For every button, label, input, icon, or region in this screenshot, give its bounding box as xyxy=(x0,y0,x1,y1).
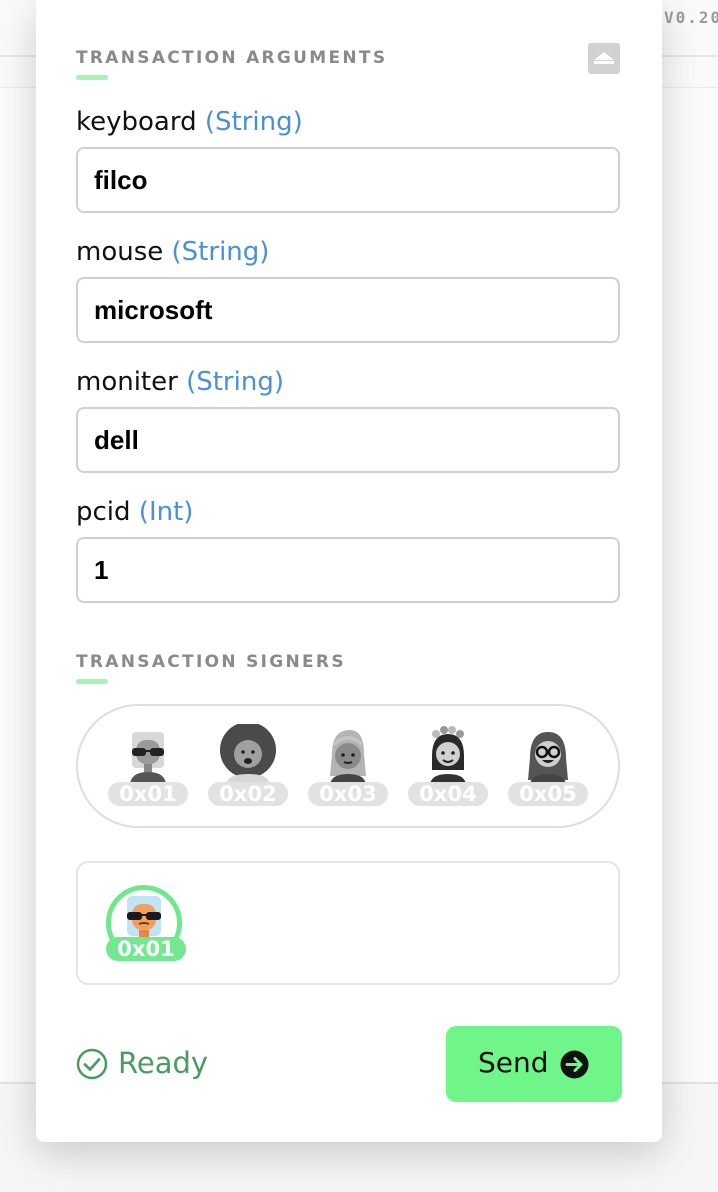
selected-signer-address-badge: 0x01 xyxy=(106,937,186,961)
signer-address-badge: 0x05 xyxy=(508,782,588,806)
selected-signers-box: 0x01 xyxy=(76,861,620,985)
arg-type: (String) xyxy=(204,107,303,137)
arg-label-moniter: moniter (String) xyxy=(76,367,284,397)
selected-signer-0x01[interactable]: 0x01 xyxy=(104,883,188,969)
section-title-underline xyxy=(76,679,108,684)
keyboard-input[interactable] xyxy=(76,147,620,213)
send-button[interactable]: Send xyxy=(446,1026,622,1102)
transaction-panel: TRANSACTION ARGUMENTS keyboard (String) … xyxy=(36,0,662,1142)
signer-0x04[interactable]: 0x04 xyxy=(406,724,490,810)
check-circle-icon xyxy=(76,1048,108,1080)
version-label: V0.20 xyxy=(664,8,718,27)
arguments-section-title: TRANSACTION ARGUMENTS xyxy=(76,48,388,68)
signers-list: 0x01 0x02 0x03 0x04 0x05 xyxy=(76,704,620,828)
arg-type: (String) xyxy=(186,367,284,397)
arg-name: moniter xyxy=(76,367,178,397)
arg-name: pcid xyxy=(76,497,131,527)
avatar-icon xyxy=(430,726,466,786)
arrow-right-circle-icon xyxy=(560,1050,589,1079)
section-title-underline xyxy=(76,75,108,80)
arg-label-mouse: mouse (String) xyxy=(76,237,269,267)
avatar-icon xyxy=(220,724,276,786)
signer-address-badge: 0x02 xyxy=(208,782,288,806)
signer-address-badge: 0x03 xyxy=(308,782,388,806)
arg-label-keyboard: keyboard (String) xyxy=(76,107,303,137)
collapse-up-icon xyxy=(594,52,614,60)
avatar-icon xyxy=(330,730,366,786)
avatar-icon xyxy=(130,732,166,786)
arg-name: mouse xyxy=(76,237,164,267)
mouse-input[interactable] xyxy=(76,277,620,343)
signers-section-title: TRANSACTION SIGNERS xyxy=(76,652,346,672)
collapse-button[interactable] xyxy=(588,43,620,74)
avatar-icon xyxy=(528,732,568,786)
arg-name: keyboard xyxy=(76,107,197,137)
pcid-input[interactable] xyxy=(76,537,620,603)
send-button-label: Send xyxy=(478,1046,549,1079)
signer-0x05[interactable]: 0x05 xyxy=(506,724,590,810)
moniter-input[interactable] xyxy=(76,407,620,473)
signer-0x01[interactable]: 0x01 xyxy=(106,724,190,810)
signer-0x02[interactable]: 0x02 xyxy=(206,724,290,810)
arg-type: (Int) xyxy=(138,497,194,527)
arg-type: (String) xyxy=(171,237,270,267)
signer-address-badge: 0x04 xyxy=(408,782,488,806)
signer-0x03[interactable]: 0x03 xyxy=(306,724,390,810)
arg-label-pcid: pcid (Int) xyxy=(76,497,193,527)
status-text: Ready xyxy=(118,1046,209,1080)
signer-address-badge: 0x01 xyxy=(108,782,188,806)
